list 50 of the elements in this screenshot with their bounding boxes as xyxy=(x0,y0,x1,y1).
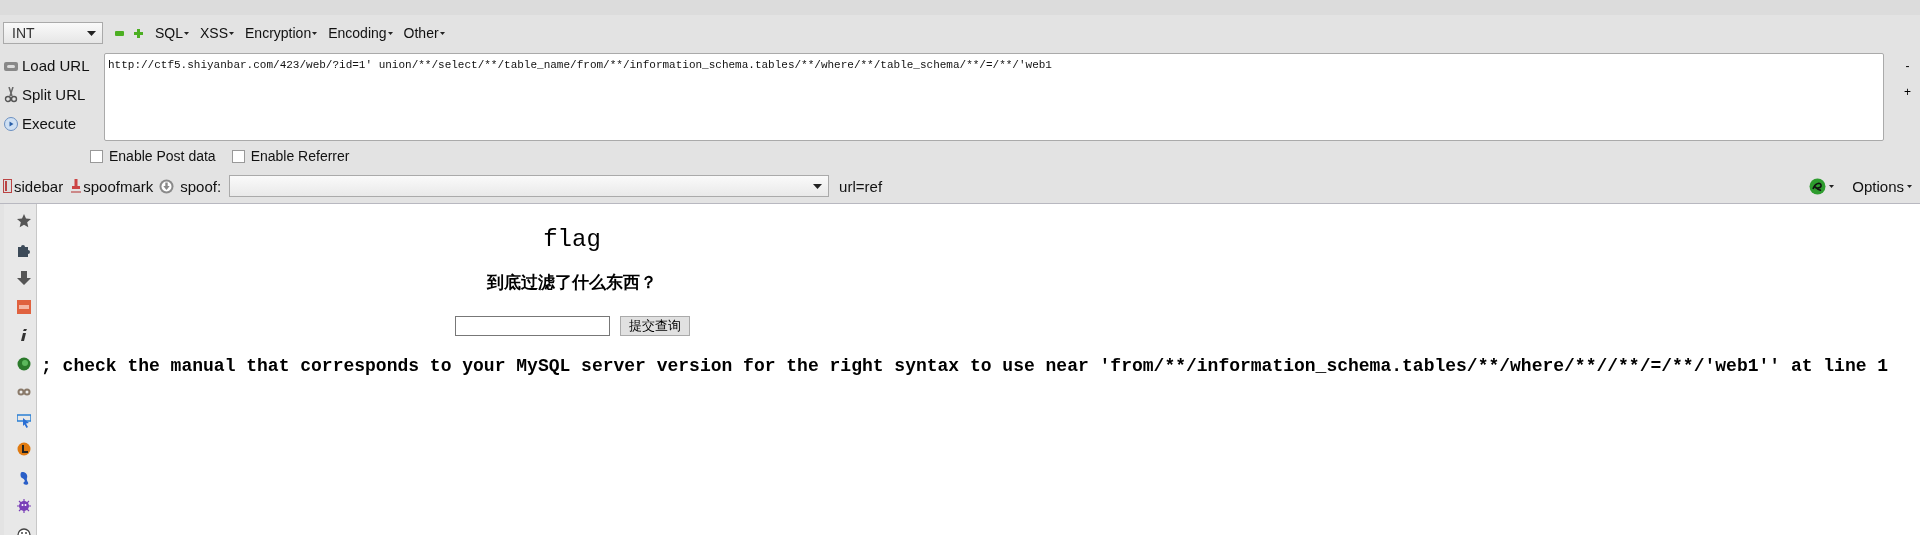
status-menu-button[interactable] xyxy=(1809,177,1835,195)
germ-icon[interactable] xyxy=(17,499,31,513)
checkbox[interactable] xyxy=(231,149,245,163)
menu-button[interactable]: XSS xyxy=(200,25,235,41)
execute-button[interactable]: Execute xyxy=(4,115,98,132)
page-heading: flag xyxy=(543,226,601,253)
caret-icon xyxy=(1829,184,1835,188)
input-field[interactable] xyxy=(454,316,610,336)
caret-icon xyxy=(1907,184,1912,188)
options-menu[interactable]: Options xyxy=(1852,177,1912,195)
error-message: ; check the manual that corresponds to your MySQL server version for the right syntax to use near 'from/**/information_schema.tables/**/where/**//**/=/**/'web1'' at line 1 xyxy=(41,356,1890,376)
pointer-icon[interactable] xyxy=(17,413,31,428)
spoof-label: spoof: xyxy=(180,177,222,195)
globe-icon[interactable] xyxy=(17,356,31,371)
caret-icon xyxy=(387,31,393,35)
puzzle-icon[interactable] xyxy=(17,242,31,257)
checkbox-label: Enable Referrer xyxy=(250,148,350,164)
sidebar-icon xyxy=(3,179,12,193)
spoofmark-button[interactable]: spoofmark xyxy=(71,177,154,195)
checkbox[interactable] xyxy=(90,149,103,163)
menu-button[interactable]: Other xyxy=(403,25,445,41)
caret-icon xyxy=(439,31,445,35)
stamp-icon xyxy=(71,179,82,193)
question-text: 到底过滤了什么东西？ xyxy=(487,272,657,294)
play-icon xyxy=(4,116,18,131)
shrink-button[interactable]: - xyxy=(1904,60,1911,72)
scissors-icon xyxy=(4,86,18,103)
menu-button[interactable]: SQL xyxy=(155,25,189,41)
url-ref-label: url=ref xyxy=(839,177,883,195)
load-button[interactable]: Load URL xyxy=(4,57,98,74)
caret-icon xyxy=(312,31,318,35)
checkbox-label: Enable Post data xyxy=(109,148,216,164)
round-badge-icon[interactable] xyxy=(17,442,31,456)
menu-button[interactable]: Encoding xyxy=(328,25,393,41)
star-icon[interactable] xyxy=(17,214,31,228)
download-icon xyxy=(159,178,175,194)
down-arrow-icon[interactable] xyxy=(17,271,31,285)
link-icon xyxy=(4,59,18,72)
dropdown-arrow-icon xyxy=(813,183,823,189)
caret-icon xyxy=(229,31,235,35)
dropdown-arrow-icon xyxy=(87,30,96,36)
enlarge-button[interactable]: + xyxy=(1904,86,1911,98)
submit-button[interactable]: 提交查询 xyxy=(619,316,690,336)
sidebar-button[interactable]: sidebar xyxy=(3,177,64,195)
url-field[interactable]: http://ctf5.shiyanbar.com/423/web/?id=1' union/**/select/**/table_name/from/**/information_schema.tables/**/where/**/table_schema/**/=/**/'web1 xyxy=(104,53,1884,141)
type-dropdown[interactable]: INT xyxy=(3,22,103,44)
caret-icon xyxy=(184,31,189,35)
menu-button[interactable]: Encryption xyxy=(245,25,318,41)
split-button[interactable]: Split URL xyxy=(4,86,98,103)
ws-icon[interactable] xyxy=(17,299,31,314)
